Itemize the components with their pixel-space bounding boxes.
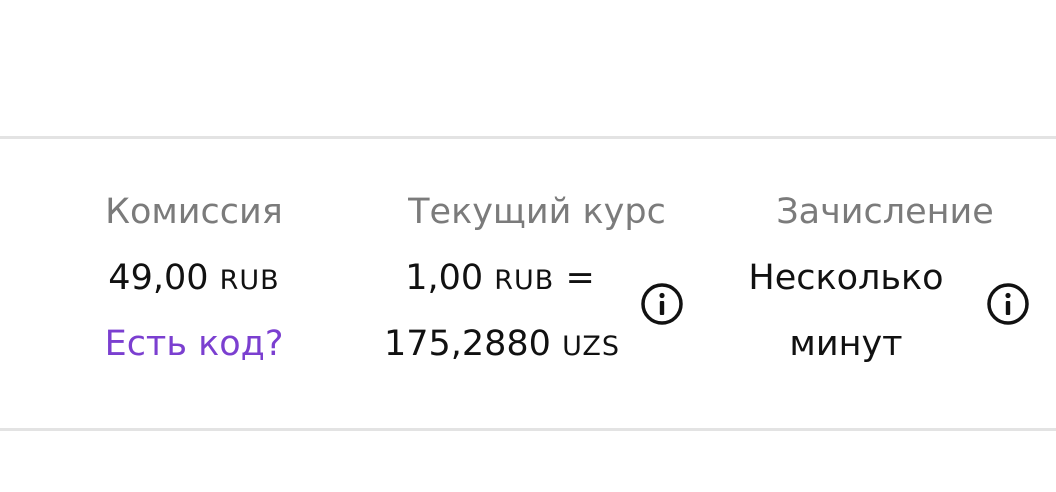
crediting-time-line1: Несколько — [748, 258, 944, 298]
rate-from-amount: 1,00 — [405, 258, 484, 298]
commission-label: Комиссия — [105, 192, 283, 232]
rate-from-currency: RUB — [494, 265, 555, 296]
transfer-summary: Комиссия 49,00 RUB Есть код? Текущий кур… — [0, 0, 1056, 492]
top-divider — [0, 136, 1056, 139]
rate-to: 175,2880 UZS — [380, 322, 624, 369]
crediting-info-icon[interactable] — [986, 282, 1030, 326]
crediting-time-line2: минут — [789, 324, 903, 364]
rate-to-currency: UZS — [562, 331, 621, 362]
rate-to-amount: 175,2880 — [383, 324, 551, 364]
rate-from: 1,00 RUB = — [380, 256, 620, 303]
commission-value: 49,00 RUB — [100, 256, 288, 303]
commission-amount: 49,00 — [108, 258, 209, 298]
rate-label: Текущий курс — [408, 192, 666, 232]
rate-equals: = — [565, 258, 595, 298]
commission-currency: RUB — [219, 265, 280, 296]
bottom-divider — [0, 428, 1056, 431]
rate-info-icon[interactable] — [640, 282, 684, 326]
promo-code-link[interactable]: Есть код? — [100, 322, 288, 366]
crediting-label: Зачисление — [776, 192, 994, 232]
